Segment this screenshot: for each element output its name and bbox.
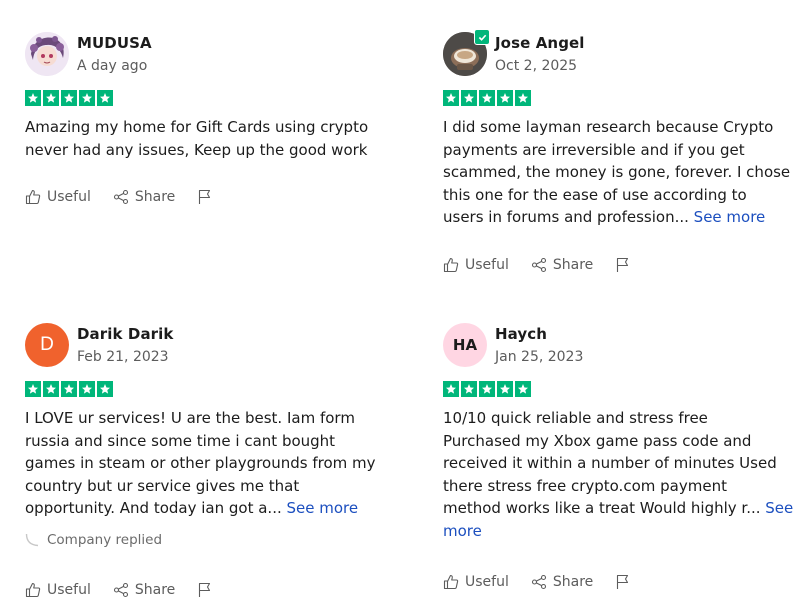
star-icon [43,381,59,397]
avatar-initials: D [40,334,54,355]
share-button[interactable]: Share [531,257,593,273]
useful-label: Useful [47,581,91,598]
checkmark-icon [478,34,486,41]
verified-badge [474,29,490,45]
review-header: MUDUSA A day ago [25,30,395,78]
star-icon [79,381,95,397]
avatar[interactable] [25,32,69,76]
review-header: Jose Angel Oct 2, 2025 [443,29,812,78]
review-header: D Darik Darik Feb 21, 2023 [25,321,395,369]
review-text: I LOVE ur services! U are the best. Iam … [25,407,395,520]
star-icon [515,90,531,106]
avatar-illustration-icon [25,32,69,76]
avatar-initials: HA [452,336,478,354]
star-icon [461,90,477,106]
reviewer-name[interactable]: Darik Darik [77,324,174,344]
avatar[interactable]: D [25,323,69,367]
review-body: Amazing my home for Gift Cards using cry… [25,118,369,159]
review-actions: Useful Share [443,255,812,275]
review-date: Oct 2, 2025 [495,57,578,74]
useful-label: Useful [465,574,509,590]
star-icon [479,90,495,106]
star-icon [443,90,459,106]
star-icon [61,90,77,106]
star-icon [497,381,513,397]
useful-label: Useful [47,189,91,205]
star-icon [61,381,77,397]
see-more-link[interactable]: See more [287,499,359,517]
useful-button[interactable]: Useful [25,189,91,205]
review-text: I did some layman research because Crypt… [443,116,812,229]
review-date: Feb 21, 2023 [77,348,169,365]
star-icon [97,90,113,106]
share-label: Share [134,189,176,205]
star-icon [25,381,41,397]
review-card: HA Haych Jan 25, 2023 10/10 quick reliab… [443,321,812,592]
review-header: HA Haych Jan 25, 2023 [443,321,812,369]
share-button[interactable]: Share [531,574,593,590]
share-icon [113,582,128,597]
review-card: MUDUSA A day ago Amazing my home for Gif… [25,30,395,207]
reviewer-name[interactable]: Haych [495,324,583,344]
review-date: A day ago [77,57,148,74]
review-actions: Useful Share [25,580,395,600]
useful-button[interactable]: Useful [25,582,91,598]
useful-label: Useful [465,256,509,273]
useful-button[interactable]: Useful [443,574,509,590]
flag-button[interactable] [615,257,637,273]
star-rating [443,90,812,106]
review-card: Jose Angel Oct 2, 2025 I did some layman… [443,29,812,275]
thumbs-up-icon [25,582,41,597]
share-icon [531,574,546,590]
company-replied-label: Company replied [47,531,163,548]
star-icon [479,381,495,397]
share-label: Share [552,574,594,590]
star-icon [461,381,477,397]
share-label: Share [552,256,594,273]
share-button[interactable]: Share [113,189,175,205]
thumbs-up-icon [25,189,41,205]
flag-button[interactable] [615,574,637,590]
flag-icon [199,582,211,597]
share-label: Share [134,581,176,598]
thumbs-up-icon [443,257,459,272]
star-icon [443,381,459,397]
share-icon [531,257,546,272]
star-icon [97,381,113,397]
share-icon [113,189,128,205]
star-icon [497,90,513,106]
star-rating [25,90,395,106]
useful-button[interactable]: Useful [443,257,509,273]
review-date: Jan 25, 2023 [495,348,584,365]
avatar[interactable]: HA [443,323,487,367]
review-actions: Useful Share [25,187,395,207]
review-text: Amazing my home for Gift Cards using cry… [25,116,395,161]
avatar[interactable] [443,29,490,76]
review-actions: Useful Share [443,572,812,592]
see-more-link[interactable]: See more [694,208,766,226]
star-icon [43,90,59,106]
review-card: D Darik Darik Feb 21, 2023 I LOVE ur ser… [25,321,395,600]
flag-button[interactable] [197,189,219,205]
thumbs-up-icon [443,574,459,590]
reply-arc-icon [25,533,39,546]
flag-icon [199,189,211,204]
star-icon [79,90,95,106]
reviewer-name[interactable]: MUDUSA [77,33,152,53]
flag-icon [617,257,629,272]
review-body: 10/10 quick reliable and stress free Pur… [443,409,777,517]
review-text: 10/10 quick reliable and stress free Pur… [443,407,812,542]
share-button[interactable]: Share [113,582,175,598]
star-icon [515,381,531,397]
star-rating [25,381,395,397]
reviewer-name[interactable]: Jose Angel [495,33,585,53]
company-replied[interactable]: Company replied [25,530,395,550]
star-rating [443,381,812,397]
flag-icon [617,574,629,589]
flag-button[interactable] [197,582,219,598]
star-icon [25,90,41,106]
